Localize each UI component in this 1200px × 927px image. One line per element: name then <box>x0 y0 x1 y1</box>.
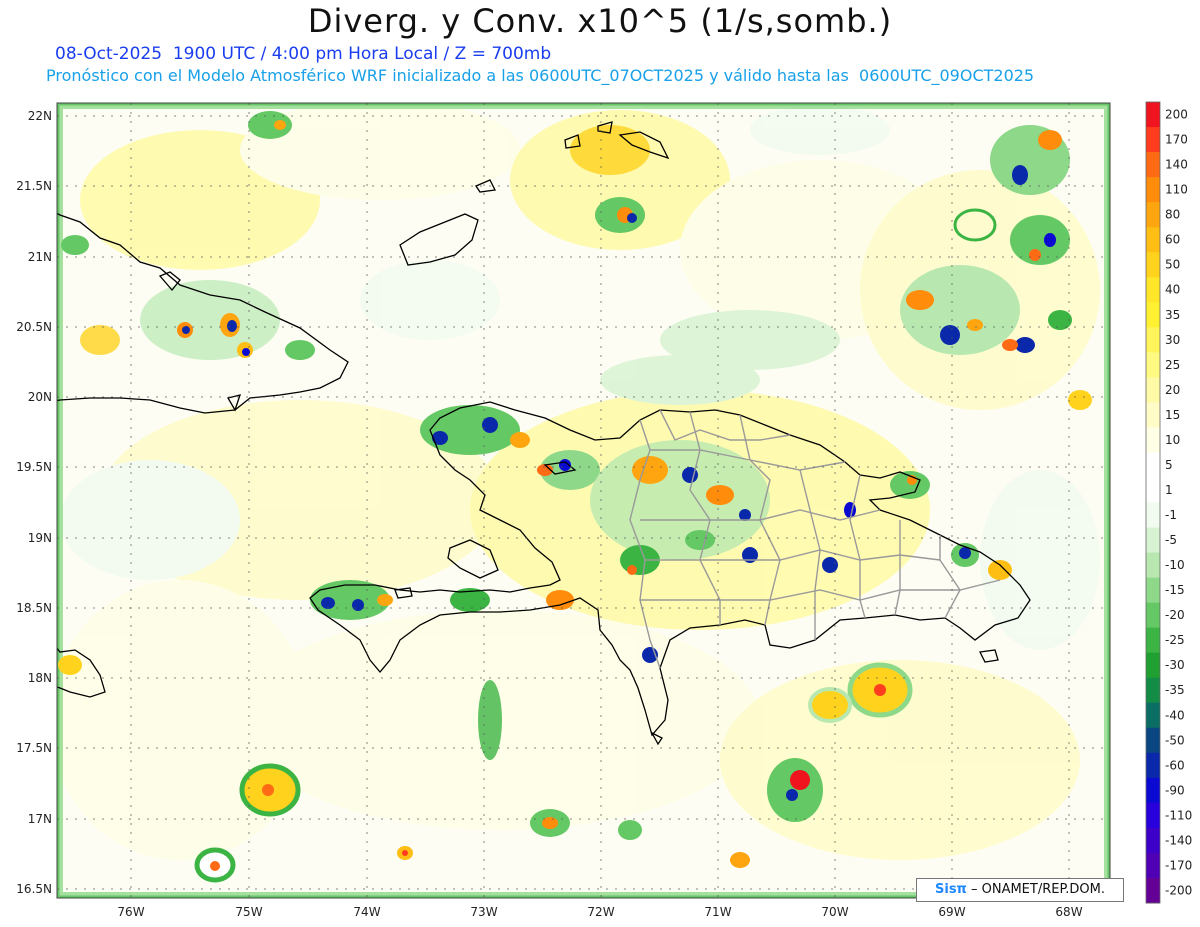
lon-label: 75W <box>235 905 262 919</box>
colorbar-label: -25 <box>1165 633 1185 647</box>
colorbar-swatch <box>1146 627 1160 654</box>
colorbar-label: -50 <box>1165 733 1185 747</box>
lon-label: 68W <box>1055 905 1082 919</box>
lat-label: 17.5N <box>16 741 52 755</box>
colorbar-swatch <box>1146 102 1160 128</box>
lon-label: 71W <box>704 905 731 919</box>
lat-label: 20N <box>28 390 52 404</box>
colorbar-label: -40 <box>1165 708 1185 722</box>
colorbar-label: -5 <box>1165 533 1177 547</box>
lon-label: 74W <box>353 905 380 919</box>
colorbar-label: -1 <box>1165 508 1177 522</box>
credit-text: – ONAMET/REP.DOM. <box>966 882 1105 897</box>
colorbar-swatch <box>1146 177 1160 203</box>
colorbar-swatch <box>1146 652 1160 679</box>
colorbar-swatch <box>1146 727 1160 754</box>
colorbar-swatch <box>1146 202 1160 228</box>
colorbar-label: -15 <box>1165 583 1185 597</box>
lat-label: 19N <box>28 531 52 545</box>
colorbar-label: 35 <box>1165 308 1180 322</box>
lat-label: 21.5N <box>16 179 52 193</box>
colorbar-label: 80 <box>1165 208 1180 222</box>
credit-box: Sisπ – ONAMET/REP.DOM. <box>916 878 1124 902</box>
colorbar-swatch <box>1146 427 1160 453</box>
lat-label: 19.5N <box>16 460 52 474</box>
colorbar-label: 10 <box>1165 433 1180 447</box>
lon-label: 70W <box>821 905 848 919</box>
forecast-map: 22N 21.5N 21N 20.5N 20N 19.5N 19N 18.5N … <box>16 101 1192 919</box>
colorbar-swatch <box>1146 327 1160 353</box>
colorbar-label: 170 <box>1165 133 1188 147</box>
lon-label: 72W <box>587 905 614 919</box>
lat-label: 18N <box>28 671 52 685</box>
colorbar-label: -10 <box>1165 558 1185 572</box>
colorbar-swatch <box>1146 602 1160 629</box>
colorbar-label: 140 <box>1165 158 1188 172</box>
colorbar-label: 200 <box>1165 108 1188 122</box>
colorbar-swatch <box>1146 852 1160 879</box>
colorbar-swatch <box>1146 702 1160 729</box>
colorbar-label: 40 <box>1165 283 1180 297</box>
colorbar-swatch <box>1146 227 1160 253</box>
longitude-labels: 76W 75W 74W 73W 72W 71W 70W 69W 68W <box>117 905 1082 919</box>
colorbar-swatch <box>1146 452 1160 478</box>
colorbar-swatch <box>1146 402 1160 428</box>
lat-label: 22N <box>28 109 52 123</box>
colorbar-label: 110 <box>1165 183 1188 197</box>
colorbar-label: -20 <box>1165 608 1185 622</box>
colorbar-swatch <box>1146 477 1160 503</box>
colorbar-swatch <box>1146 502 1160 529</box>
colorbar-label: -140 <box>1165 833 1192 847</box>
colorbar-label: 5 <box>1165 458 1173 472</box>
lat-label: 18.5N <box>16 601 52 615</box>
colorbar-swatch <box>1146 752 1160 779</box>
lat-label: 17N <box>28 812 52 826</box>
colorbar-label: -30 <box>1165 658 1185 672</box>
colorbar-swatch <box>1146 352 1160 378</box>
colorbar-label: -60 <box>1165 758 1185 772</box>
colorbar-swatch <box>1146 377 1160 403</box>
colorbar-label: 25 <box>1165 358 1180 372</box>
credit-brand: Sisπ <box>935 882 967 897</box>
colorbar-swatch <box>1146 802 1160 829</box>
lat-label: 21N <box>28 250 52 264</box>
colorbar-label: -200 <box>1165 883 1192 897</box>
colorbar-label: -170 <box>1165 858 1192 872</box>
colorbar-swatch <box>1146 877 1160 904</box>
lat-label: 16.5N <box>16 882 52 896</box>
colorbar-swatch <box>1146 277 1160 303</box>
colorbar-swatch <box>1146 527 1160 554</box>
colorbar-swatch <box>1146 302 1160 328</box>
lat-label: 20.5N <box>16 320 52 334</box>
latitude-labels: 22N 21.5N 21N 20.5N 20N 19.5N 19N 18.5N … <box>16 109 52 896</box>
colorbar-label: 50 <box>1165 258 1180 272</box>
colorbar-label: 30 <box>1165 333 1180 347</box>
colorbar-swatch <box>1146 552 1160 579</box>
colorbar-label: 60 <box>1165 233 1180 247</box>
colorbar-swatch <box>1146 827 1160 854</box>
colorbar-label: 20 <box>1165 383 1180 397</box>
colorbar-label: 1 <box>1165 483 1173 497</box>
colorbar: 200 170 140 110 80 60 50 40 35 30 25 20 15 10 5 1 -1 -5 -1… <box>1145 101 1192 904</box>
colorbar-label: -35 <box>1165 683 1185 697</box>
colorbar-label: 15 <box>1165 408 1180 422</box>
colorbar-swatch <box>1146 777 1160 804</box>
colorbar-label: -90 <box>1165 783 1185 797</box>
colorbar-swatch <box>1146 152 1160 178</box>
lon-label: 73W <box>470 905 497 919</box>
colorbar-label: -110 <box>1165 808 1192 822</box>
lon-label: 69W <box>938 905 965 919</box>
colorbar-swatch <box>1146 677 1160 704</box>
colorbar-swatch <box>1146 127 1160 153</box>
colorbar-swatch <box>1146 577 1160 604</box>
lon-label: 76W <box>117 905 144 919</box>
colorbar-swatch <box>1146 252 1160 278</box>
